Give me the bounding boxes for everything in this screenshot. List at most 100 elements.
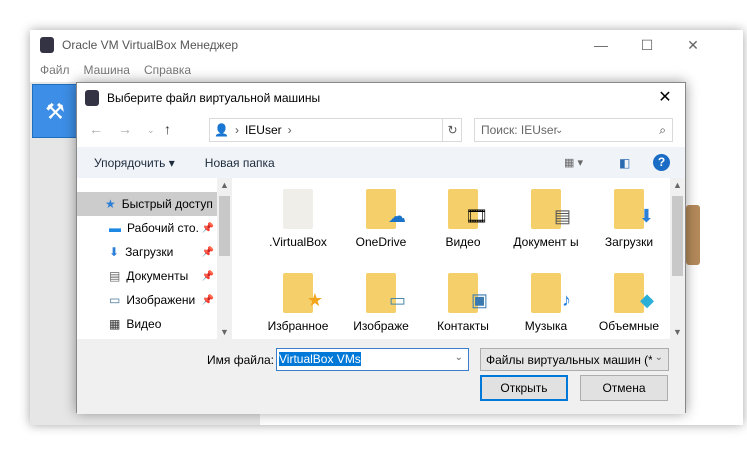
folder-downloads[interactable]: ⬇ Загрузки xyxy=(589,189,669,250)
star-icon: ★ xyxy=(105,197,116,211)
desktop-icon: ▬ xyxy=(109,221,121,235)
breadcrumb-ieuser[interactable]: IEUser xyxy=(245,123,282,137)
menu-machine[interactable]: Машина xyxy=(84,63,130,77)
nav-label: Быстрый доступ xyxy=(121,197,213,211)
tools-button[interactable]: ⚒ xyxy=(32,84,78,138)
nav-label: Загрузки xyxy=(125,245,174,259)
window-title: Oracle VM VirtualBox Менеджер xyxy=(62,38,239,52)
file-label: Изображе xyxy=(353,319,409,333)
up-button[interactable]: ↑ xyxy=(164,121,171,137)
title-bar: Oracle VM VirtualBox Менеджер — ☐ ✕ xyxy=(30,30,743,60)
navigation-pane: ★ Быстрый доступ ▬ Рабочий сто. 📌 ⬇ Загрузки… xyxy=(77,178,232,339)
folder-contacts[interactable]: ▣ Контакты xyxy=(423,273,503,334)
back-button[interactable]: ← xyxy=(89,121,103,137)
forward-button[interactable]: → xyxy=(118,121,132,137)
search-input[interactable]: Поиск: IEUser ⌕ xyxy=(474,118,673,142)
filename-label: Имя файла: xyxy=(207,353,274,367)
address-bar[interactable]: 👤 › IEUser › ⌄ xyxy=(209,118,563,142)
organize-button[interactable]: Упорядочить ▾ xyxy=(94,156,175,170)
maximize-button[interactable]: ☐ xyxy=(624,30,670,60)
file-label: Музыка xyxy=(524,319,568,333)
refresh-button[interactable]: ↻ xyxy=(442,118,462,142)
tools-icon: ⚒ xyxy=(45,99,65,124)
file-label: .VirtualBox xyxy=(269,235,327,249)
navigation-bar: ← → ⌄ ↑ 👤 › IEUser › ⌄ ↻ Поиск: IEUser ⌕ xyxy=(77,117,685,143)
documents-folder-icon: ▤ xyxy=(531,189,571,229)
folder-pictures[interactable]: ▭ Изображе xyxy=(341,273,421,334)
image-icon: ▭ xyxy=(109,293,121,307)
nav-item-documents[interactable]: ▤ Документы 📌 xyxy=(77,264,232,288)
close-button[interactable]: ✕ xyxy=(670,30,716,60)
scroll-up-arrow[interactable]: ▲ xyxy=(217,180,232,190)
filename-value: VirtualBox VMs xyxy=(279,352,361,366)
folder-virtualbox[interactable]: .VirtualBox xyxy=(258,189,338,250)
file-list-scrollbar[interactable]: ▲ ▼ xyxy=(670,178,685,339)
nav-pane-scrollbar[interactable]: ▲ ▼ xyxy=(217,178,232,339)
command-bar: Упорядочить ▾ Новая папка ▦ ▾ ◧ ? xyxy=(77,147,685,178)
nav-label: Документы xyxy=(126,269,189,283)
search-placeholder: Поиск: IEUser xyxy=(481,123,558,137)
menu-help[interactable]: Справка xyxy=(144,63,191,77)
folder-music[interactable]: ♪ Музыка xyxy=(506,273,586,334)
nav-item-pictures[interactable]: ▭ Изображени 📌 xyxy=(77,288,232,312)
downloads-folder-icon: ⬇ xyxy=(614,189,654,229)
scroll-thumb[interactable] xyxy=(219,196,230,256)
nav-label: Рабочий сто. xyxy=(127,221,199,235)
music-folder-icon: ♪ xyxy=(531,273,571,313)
pin-icon: 📌 xyxy=(201,270,214,282)
dialog-close-button[interactable]: ✕ xyxy=(645,83,685,113)
user-icon: 👤 xyxy=(214,123,229,137)
new-folder-button[interactable]: Новая папка xyxy=(205,156,275,170)
virtualbox-logo-icon xyxy=(40,37,54,53)
contacts-folder-icon: ▣ xyxy=(448,273,488,313)
scroll-down-arrow[interactable]: ▼ xyxy=(217,327,232,337)
pictures-folder-icon: ▭ xyxy=(366,273,406,313)
file-label: OneDrive xyxy=(355,235,407,249)
chevron-down-icon: ⌄ xyxy=(651,352,663,363)
scroll-up-arrow[interactable]: ▲ xyxy=(670,180,685,190)
scroll-thumb[interactable] xyxy=(672,196,683,276)
file-label: Загрузки xyxy=(604,235,654,249)
onedrive-folder-icon: ☁ xyxy=(366,189,406,229)
pin-icon: 📌 xyxy=(201,222,214,234)
preview-pane-button[interactable]: ◧ xyxy=(619,156,630,170)
cancel-button[interactable]: Отмена xyxy=(580,375,668,401)
video-folder-icon: 🎞 xyxy=(448,189,488,229)
download-icon: ⬇ xyxy=(109,245,120,259)
folder-documents[interactable]: ▤ Документ ы xyxy=(506,189,586,250)
filename-input[interactable]: VirtualBox VMs ⌄ xyxy=(276,348,469,371)
folder-videos[interactable]: 🎞 Видео xyxy=(423,189,503,250)
dialog-title-bar: Выберите файл виртуальной машины ✕ xyxy=(77,83,685,113)
minimize-button[interactable]: — xyxy=(578,30,624,60)
document-icon: ▤ xyxy=(109,269,121,283)
file-label: Объемные xyxy=(598,319,660,333)
help-button[interactable]: ? xyxy=(653,154,670,171)
dialog-footer: Имя файла: VirtualBox VMs ⌄ Файлы виртуал… xyxy=(77,339,685,414)
open-file-dialog: Выберите файл виртуальной машины ✕ ← → ⌄… xyxy=(76,82,686,414)
nav-item-desktop[interactable]: ▬ Рабочий сто. 📌 xyxy=(77,216,232,240)
nav-label: Видео xyxy=(126,317,162,331)
chevron-down-icon[interactable]: ⌄ xyxy=(455,352,463,363)
folder-icon xyxy=(283,189,313,229)
video-icon: ▦ xyxy=(109,317,121,331)
nav-item-videos[interactable]: ▦ Видео xyxy=(77,312,232,336)
folder-3d-objects[interactable]: ◆ Объемные xyxy=(589,273,669,334)
nav-item-quick-access[interactable]: ★ Быстрый доступ xyxy=(77,192,232,216)
nav-label: Изображени xyxy=(126,293,196,307)
folder-favorites[interactable]: ★ Избранное xyxy=(258,273,338,334)
menu-file[interactable]: Файл xyxy=(40,63,70,77)
file-label: Документ ы xyxy=(513,235,579,249)
open-button[interactable]: Открыть xyxy=(480,375,568,401)
filetype-select[interactable]: Файлы виртуальных машин (* ⌄ xyxy=(480,348,669,371)
scroll-down-arrow[interactable]: ▼ xyxy=(670,327,685,337)
filetype-value: Файлы виртуальных машин (* xyxy=(486,353,653,367)
view-options-button[interactable]: ▦ ▾ xyxy=(564,156,583,169)
pin-icon: 📌 xyxy=(201,294,214,306)
nav-item-downloads[interactable]: ⬇ Загрузки 📌 xyxy=(77,240,232,264)
breadcrumb-separator: › xyxy=(234,123,239,137)
folder-onedrive[interactable]: ☁ OneDrive xyxy=(341,189,421,250)
favorites-folder-icon: ★ xyxy=(283,273,323,313)
file-label: Видео xyxy=(445,235,481,249)
dialog-title: Выберите файл виртуальной машины xyxy=(107,91,321,105)
recent-locations-button[interactable]: ⌄ xyxy=(147,125,155,136)
